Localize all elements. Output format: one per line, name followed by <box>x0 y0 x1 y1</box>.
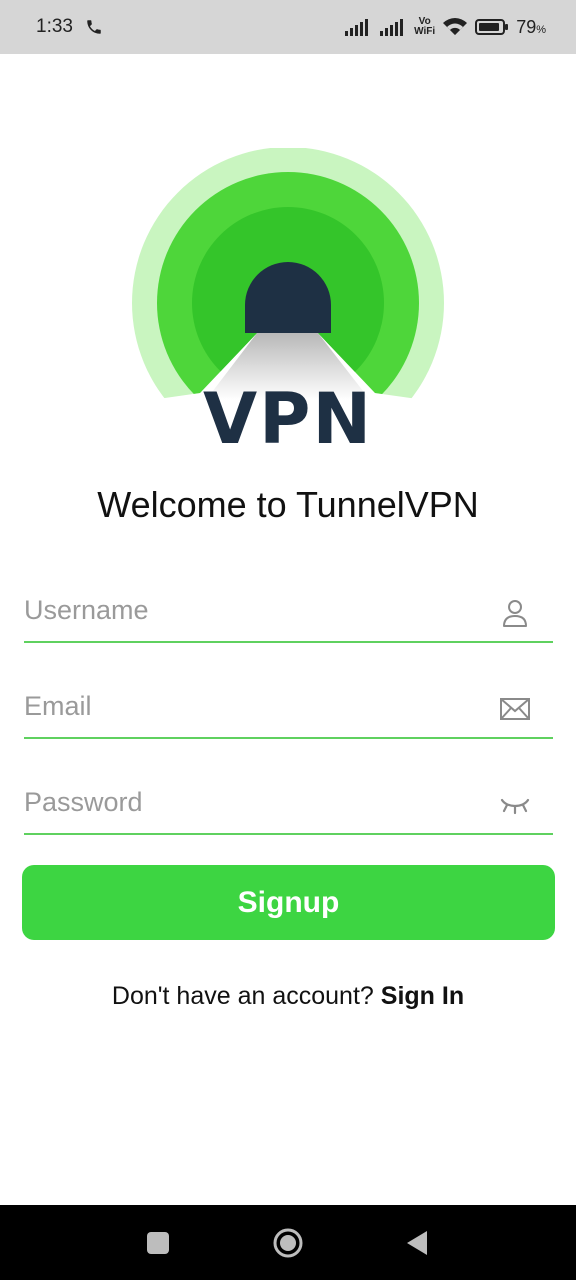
back-icon[interactable] <box>402 1227 434 1259</box>
status-left: 1:33 <box>36 16 103 38</box>
status-bar: 1:33 Vo WiFi 79% <box>0 0 576 54</box>
status-time: 1:33 <box>36 16 73 37</box>
battery-percent: 79% <box>516 17 546 38</box>
battery-percent-value: 79 <box>516 16 537 37</box>
password-placeholder: Password <box>24 787 143 817</box>
system-nav-bar <box>0 1205 576 1280</box>
logo-text: VPN <box>203 378 373 448</box>
signal-strength-icon <box>345 19 369 36</box>
vpn-logo: VPN <box>132 148 444 448</box>
signal-strength-icon-2 <box>380 19 404 36</box>
battery-icon <box>475 19 509 35</box>
recent-apps-icon[interactable] <box>142 1227 174 1259</box>
username-field[interactable]: Username <box>24 583 553 643</box>
vowifi-indicator: Vo WiFi <box>414 17 435 37</box>
signin-link[interactable]: Sign In <box>381 982 464 1010</box>
status-right: Vo WiFi 79% <box>344 17 546 38</box>
welcome-title: Welcome to TunnelVPN <box>97 484 479 525</box>
email-placeholder: Email <box>24 691 92 721</box>
signup-button[interactable]: Signup <box>22 865 555 940</box>
user-icon <box>503 600 527 627</box>
eye-closed-icon[interactable] <box>499 789 531 821</box>
username-placeholder: Username <box>24 595 149 625</box>
wifi-icon <box>443 18 468 35</box>
battery-percent-sign: % <box>536 23 546 36</box>
signin-prompt: Don't have an account? <box>111 982 381 1010</box>
phone-call-icon <box>87 20 101 34</box>
signin-row: Don't have an account? Sign In <box>0 982 576 1011</box>
vowifi-bottom: WiFi <box>414 26 436 37</box>
home-icon[interactable] <box>272 1227 304 1259</box>
password-field[interactable]: Password <box>24 775 553 835</box>
email-field[interactable]: Email <box>24 679 553 739</box>
mail-icon <box>500 698 530 720</box>
